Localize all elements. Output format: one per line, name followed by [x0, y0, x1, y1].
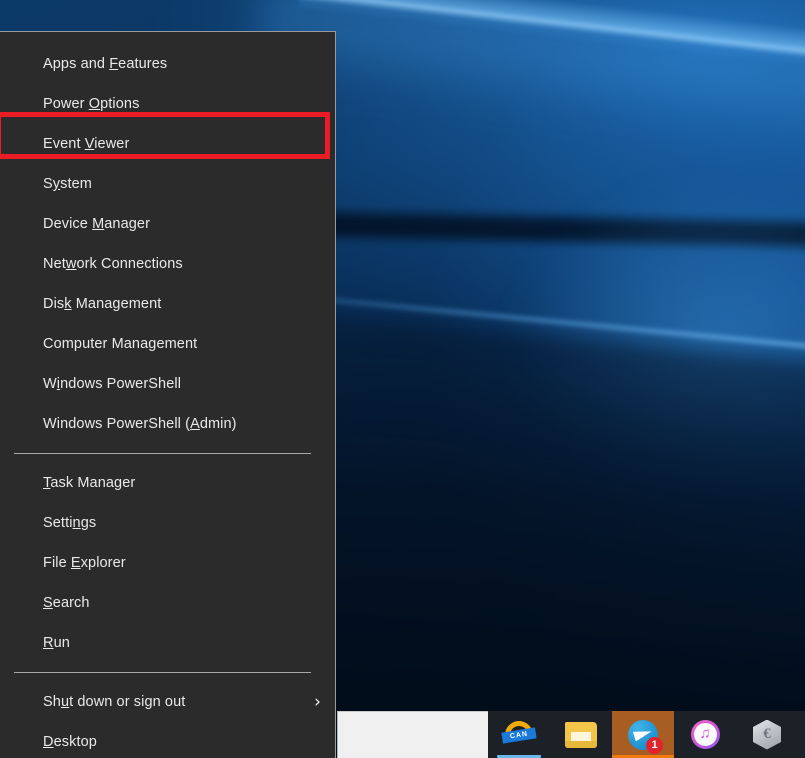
- access-key: T: [43, 475, 51, 491]
- menu-item-label: Settings: [43, 515, 97, 531]
- menu-item-label: Computer Management: [43, 336, 198, 352]
- taskbar-item-telegram[interactable]: 1: [612, 711, 674, 758]
- menu-item-file-explorer[interactable]: File Explorer: [0, 543, 335, 583]
- taskbar-item-file-explorer[interactable]: [550, 711, 612, 758]
- menu-separator: [14, 453, 311, 454]
- wallpaper-ray-top: [297, 0, 805, 96]
- menu-item-power-options[interactable]: Power Options: [0, 84, 335, 124]
- edge-icon: CAN: [499, 714, 539, 755]
- access-key: R: [43, 635, 54, 651]
- menu-item-task-manager[interactable]: Task Manager: [0, 463, 335, 503]
- folder-icon: [565, 721, 597, 748]
- power-user-menu[interactable]: Apps and Features Power Options Event View…: [0, 31, 336, 758]
- access-key: A: [190, 416, 200, 432]
- menu-item-label: Run: [43, 635, 70, 651]
- menu-item-label: Windows PowerShell (Admin): [43, 416, 237, 432]
- access-key: E: [70, 555, 81, 571]
- menu-item-search[interactable]: Search: [0, 583, 335, 623]
- menu-separator: [14, 672, 311, 673]
- menu-item-event-viewer[interactable]: Event Viewer: [0, 124, 335, 164]
- telegram-icon: 1: [628, 719, 663, 754]
- menu-item-label: File Explorer: [43, 555, 126, 571]
- access-key: u: [60, 694, 70, 710]
- access-key: i: [56, 376, 61, 392]
- access-key: F: [109, 56, 119, 72]
- access-key: g: [148, 336, 157, 352]
- menu-item-label: Power Options: [43, 96, 140, 112]
- menu-item-desktop[interactable]: Desktop: [0, 722, 335, 758]
- menu-item-windows-powershell[interactable]: Windows PowerShell: [0, 364, 335, 404]
- menu-item-label: Apps and Features: [43, 56, 168, 72]
- menu-item-network-connections[interactable]: Network Connections: [0, 244, 335, 284]
- access-key: S: [43, 595, 53, 611]
- taskbar-item-edge[interactable]: CAN: [488, 711, 550, 758]
- menu-item-label: Task Manager: [43, 475, 136, 491]
- access-key: k: [64, 296, 72, 312]
- menu-item-label: Network Connections: [43, 256, 183, 272]
- itunes-icon-note: ♫: [699, 725, 711, 742]
- menu-item-apps-and-features[interactable]: Apps and Features: [0, 44, 335, 84]
- menu-item-label: Device Manager: [43, 216, 150, 232]
- menu-item-settings[interactable]: Settings: [0, 503, 335, 543]
- hexagon-app-icon: €: [753, 719, 781, 750]
- menu-item-label: Event Viewer: [43, 136, 130, 152]
- menu-item-label: Desktop: [43, 734, 97, 750]
- menu-item-windows-powershell-admin[interactable]: Windows PowerShell (Admin): [0, 404, 335, 444]
- taskbar[interactable]: CAN 1 ♫ €: [488, 711, 805, 758]
- menu-item-label: Windows PowerShell: [43, 376, 182, 392]
- access-key: M: [92, 216, 105, 232]
- menu-body: Apps and Features Power Options Event View…: [0, 44, 335, 758]
- screen: CAN 1 ♫ € Apps and Features Power Option…: [0, 0, 805, 758]
- access-key: O: [88, 96, 101, 112]
- access-key: w: [65, 256, 77, 272]
- hexagon-icon-mark: €: [763, 726, 771, 742]
- folder-icon-lip: [565, 740, 597, 748]
- menu-item-disk-management[interactable]: Disk Management: [0, 284, 335, 324]
- taskbar-item-hex-app[interactable]: €: [736, 711, 798, 758]
- menu-item-device-manager[interactable]: Device Manager: [0, 204, 335, 244]
- music-note-icon: ♫: [690, 720, 720, 749]
- access-key: D: [43, 734, 54, 750]
- menu-item-label: System: [43, 176, 92, 192]
- taskbar-item-itunes[interactable]: ♫: [674, 711, 736, 758]
- menu-item-run[interactable]: Run: [0, 623, 335, 663]
- menu-item-label: Disk Management: [43, 296, 162, 312]
- partially-visible-window[interactable]: [337, 711, 488, 758]
- menu-item-shut-down-or-sign-out[interactable]: Shut down or sign out ›: [0, 682, 335, 722]
- menu-item-system[interactable]: System: [0, 164, 335, 204]
- chevron-right-icon: ›: [314, 691, 321, 712]
- access-key: y: [52, 176, 61, 192]
- menu-item-label: Shut down or sign out: [43, 694, 186, 710]
- menu-top-spacer: [0, 32, 335, 44]
- access-key: n: [72, 515, 81, 531]
- menu-item-label: Search: [43, 595, 90, 611]
- telegram-unread-badge: 1: [646, 736, 663, 754]
- access-key: V: [84, 136, 95, 152]
- menu-item-computer-management[interactable]: Computer Management: [0, 324, 335, 364]
